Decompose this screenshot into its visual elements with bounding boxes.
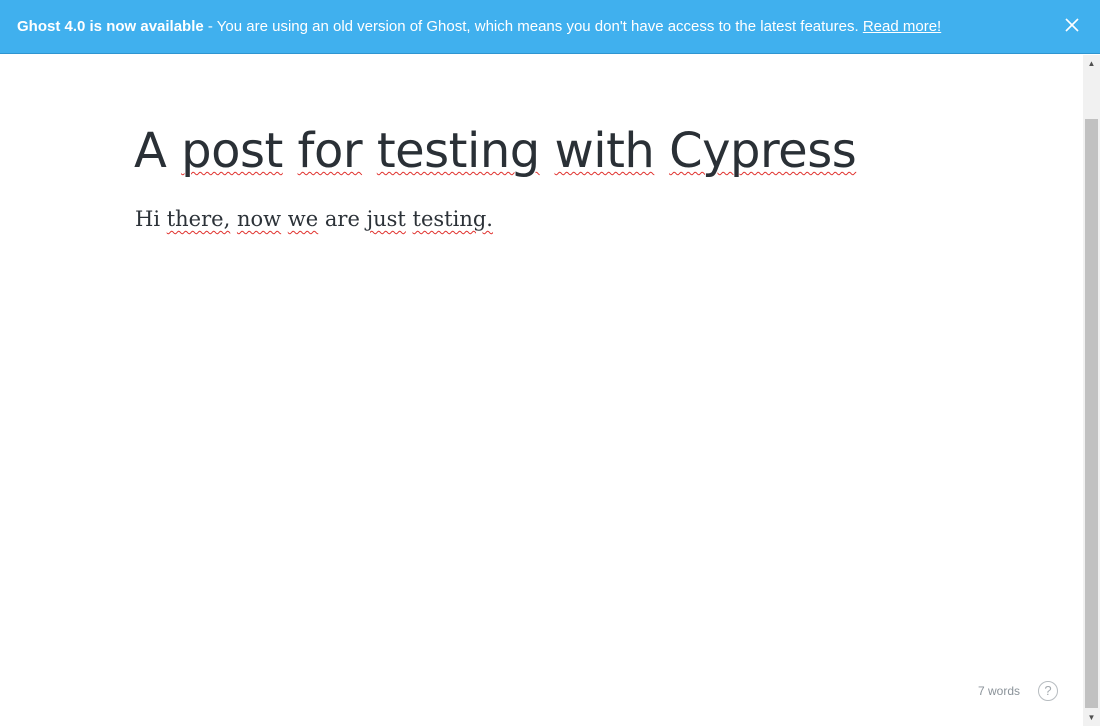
body-word: just [366,207,406,231]
title-word: A [134,123,167,179]
title-word: with [554,123,655,179]
scrollbar-thumb[interactable] [1085,119,1098,708]
post-title-input[interactable]: A post for testing with Cypress [134,123,857,179]
read-more-link[interactable]: Read more! [863,18,941,35]
banner-text: Ghost 4.0 is now available - You are usi… [17,18,941,35]
body-word: Hi [135,207,161,231]
title-word: post [181,123,283,179]
vertical-scrollbar[interactable]: ▲ ▼ [1083,55,1100,726]
close-icon[interactable] [1064,17,1080,33]
body-word: there, [166,207,231,231]
scroll-up-arrow-icon[interactable]: ▲ [1083,55,1100,72]
title-word: for [297,123,363,179]
title-word: testing [376,123,540,179]
help-button[interactable]: ? [1038,681,1058,701]
body-word: are [324,207,360,231]
close-icon-svg [1065,18,1079,32]
banner-headline: Ghost 4.0 is now available [17,18,204,35]
body-word: testing. [412,207,493,231]
banner-message: - You are using an old version of Ghost,… [203,18,863,35]
post-editor[interactable]: A post for testing with Cypress Hi there… [0,55,1083,726]
title-word: Cypress [669,123,857,179]
body-word: we [287,207,319,231]
body-word: now [236,207,282,231]
post-body-editor[interactable]: Hi there, now we are just testing. [135,207,493,231]
scroll-down-arrow-icon[interactable]: ▼ [1083,709,1100,726]
word-count: 7 words [978,684,1021,698]
update-notification-banner: Ghost 4.0 is now available - You are usi… [0,0,1100,54]
